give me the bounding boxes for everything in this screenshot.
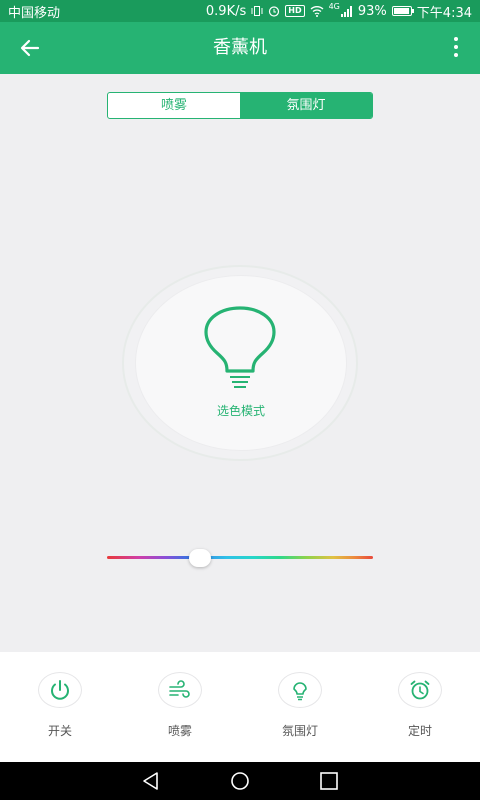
power-icon — [51, 680, 69, 700]
mist-button[interactable]: 喷雾 — [120, 652, 240, 762]
status-indicators: 0.9K/s HD 4G 93% 下午4:34 — [206, 2, 472, 21]
tab-ambient-light[interactable]: 氛围灯 — [240, 93, 372, 118]
alarm-status-icon — [269, 6, 280, 17]
signal-label: 4G — [328, 1, 340, 11]
battery-icon — [391, 6, 414, 16]
ambient-light-button-circle[interactable] — [278, 672, 322, 708]
color-slider-track[interactable] — [107, 556, 373, 559]
tab-mist[interactable]: 喷雾 — [108, 93, 240, 118]
battery-percent: 93% — [357, 3, 387, 19]
clock: 下午4:34 — [416, 5, 472, 21]
bulb-small-icon — [293, 682, 307, 701]
carrier-label: 中国移动 — [8, 5, 61, 21]
power-button[interactable]: 开关 — [0, 652, 120, 762]
system-nav-bar — [0, 762, 480, 800]
mist-button-circle[interactable] — [158, 672, 202, 708]
nav-recents-icon[interactable] — [318, 771, 340, 791]
app-bar: 香薰机 — [0, 22, 480, 74]
timer-label: 定时 — [407, 724, 432, 738]
vibrate-icon — [251, 6, 263, 16]
signal-bars-icon — [340, 5, 352, 17]
color-slider-thumb[interactable] — [189, 549, 212, 567]
timer-button-circle[interactable] — [398, 672, 442, 708]
mist-icon — [169, 680, 190, 698]
color-mode-label: 选色模式 — [216, 404, 265, 418]
network-speed: 0.9K/s — [205, 3, 247, 19]
ambient-light-button[interactable]: 氛围灯 — [240, 652, 360, 762]
power-button-circle[interactable] — [38, 672, 82, 708]
wifi-icon — [310, 6, 324, 17]
alarm-clock-icon — [410, 680, 430, 700]
nav-home-icon[interactable] — [229, 771, 251, 791]
color-slider[interactable] — [107, 549, 373, 567]
timer-button[interactable]: 定时 — [360, 652, 480, 762]
ambient-light-label: 氛围灯 — [281, 724, 318, 738]
status-bar: 中国移动 0.9K/s HD 4G 93% 下午4:34 — [0, 0, 480, 22]
hd-badge: HD — [285, 5, 305, 17]
page-title: 香薰机 — [213, 37, 267, 58]
power-label: 开关 — [47, 724, 72, 738]
mist-label: 喷雾 — [167, 724, 192, 738]
nav-back-icon[interactable] — [140, 771, 162, 791]
bottom-action-bar: 开关 喷雾 氛围灯 定时 — [0, 652, 480, 762]
mode-tabs: 喷雾 氛围灯 — [107, 92, 373, 119]
lightbulb-icon — [204, 306, 276, 388]
more-vert-icon[interactable] — [452, 37, 460, 59]
